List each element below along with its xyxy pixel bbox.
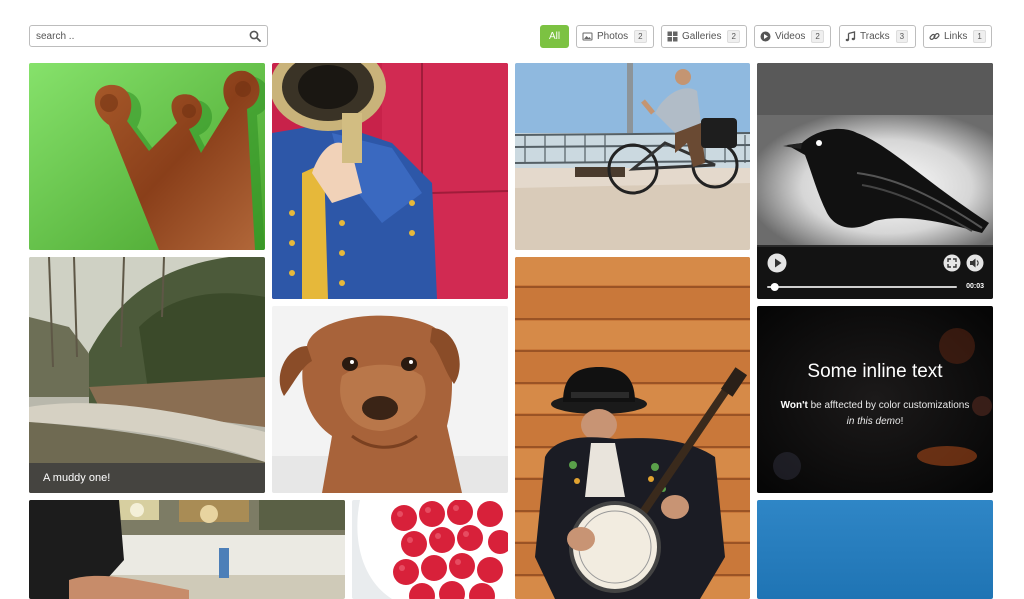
inline-text-bold: Won't (780, 400, 808, 411)
play-circle-icon (760, 31, 771, 42)
inline-text-line2: ! (900, 416, 904, 427)
filter-label: Videos (775, 31, 806, 42)
filter-tracks-button[interactable]: Tracks 3 (839, 25, 916, 48)
filter-count-badge: 2 (634, 30, 647, 43)
filter-label: Photos (597, 31, 629, 42)
search-input[interactable] (36, 29, 236, 44)
crown-photo (29, 63, 265, 250)
search-box (29, 25, 268, 47)
gallery-item-raspberries[interactable] (352, 500, 508, 599)
video-controls: 00:03 (757, 247, 993, 299)
gallery-item-banjo-player[interactable] (515, 257, 750, 599)
banjo-photo (515, 257, 750, 599)
image-icon (582, 32, 593, 41)
raspberries-photo (352, 500, 508, 599)
filter-count-badge: 2 (727, 30, 740, 43)
gallery-item-rusty-crown[interactable] (29, 63, 265, 250)
trumpet-photo (272, 63, 508, 299)
filter-label: Links (944, 31, 968, 42)
search-icon[interactable] (249, 30, 261, 42)
gallery-item-laptop[interactable] (29, 500, 345, 599)
filter-all-button[interactable]: All (540, 25, 569, 48)
cyclist-photo (515, 63, 750, 250)
filter-label: Tracks (860, 31, 890, 42)
music-note-icon (845, 31, 856, 42)
road-photo (29, 257, 265, 493)
gallery-item-cyclist[interactable] (515, 63, 750, 250)
filter-label: All (548, 31, 561, 42)
gallery-item-muddy-road[interactable]: A muddy one! (29, 257, 265, 493)
link-icon (929, 33, 940, 40)
filter-label: Galleries (682, 31, 722, 42)
blue-photo (757, 500, 993, 599)
filter-videos-button[interactable]: Videos 2 (754, 25, 831, 48)
grid-icon (667, 31, 678, 42)
gallery-item-dog[interactable] (272, 306, 508, 493)
filter-count-badge: 1 (973, 30, 986, 43)
inline-text-body: Won't be afftected by color customizatio… (757, 398, 993, 430)
filter-links-button[interactable]: Links 1 (923, 25, 992, 48)
gallery-item-trumpet-player[interactable] (272, 63, 508, 299)
gallery-item-blue[interactable] (757, 500, 993, 599)
road-caption: A muddy one! (29, 463, 265, 493)
gallery-item-inline-text[interactable]: Some inline text Won't be afftected by c… (757, 306, 993, 493)
filter-count-badge: 3 (895, 30, 909, 43)
inline-text-line1: be afftected by color customizations (807, 400, 970, 411)
video-seekbar[interactable] (767, 282, 963, 292)
laptop-photo (29, 500, 345, 599)
play-icon[interactable] (767, 253, 787, 273)
inline-text-italic: in this demo (846, 416, 901, 427)
filter-galleries-button[interactable]: Galleries 2 (661, 25, 747, 48)
dog-photo (272, 306, 508, 493)
gallery-item-bird-video[interactable]: 00:03 (757, 63, 993, 299)
filter-count-badge: 2 (811, 30, 824, 43)
volume-icon[interactable] (966, 254, 984, 272)
video-seek-handle[interactable] (770, 283, 779, 291)
video-time: 00:03 (966, 283, 984, 290)
filter-photos-button[interactable]: Photos 2 (576, 25, 654, 48)
inline-text-title: Some inline text (807, 361, 943, 382)
fullscreen-icon[interactable] (943, 254, 961, 272)
